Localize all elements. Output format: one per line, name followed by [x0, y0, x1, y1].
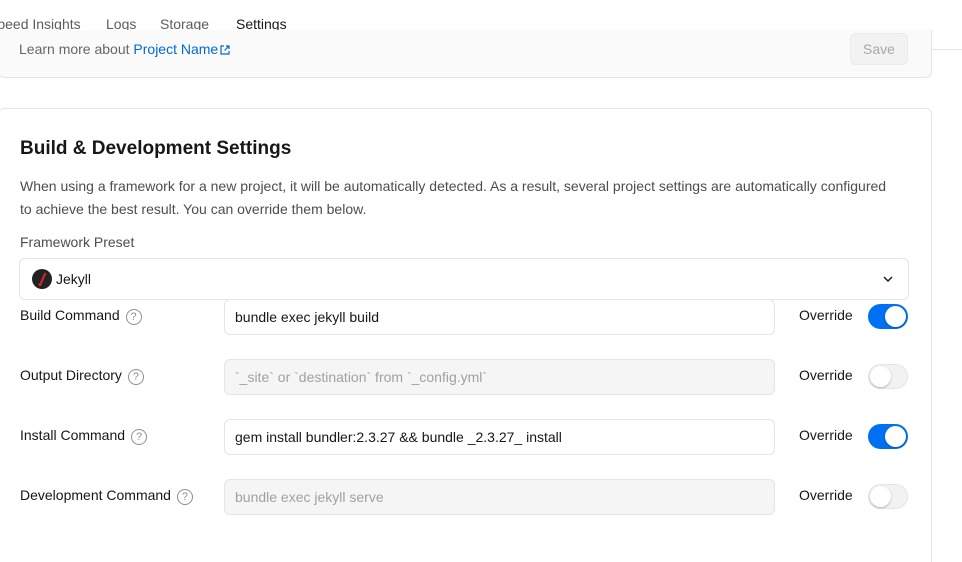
install-command-row: Install Command? Override: [0, 419, 933, 455]
output-directory-input[interactable]: [224, 359, 775, 395]
install-command-override-label: Override: [799, 427, 853, 443]
build-settings-title: Build & Development Settings: [20, 138, 292, 159]
development-command-input[interactable]: [224, 479, 775, 515]
output-directory-row: Output Directory? Override: [0, 359, 933, 395]
development-command-label: Development Command?: [20, 487, 193, 505]
output-directory-label: Output Directory?: [20, 367, 144, 385]
framework-preset-select[interactable]: Jekyll: [19, 258, 909, 300]
project-name-link[interactable]: Project Name: [133, 41, 218, 57]
learn-more-prefix: Learn more about: [19, 41, 134, 57]
toggle-knob: [885, 306, 906, 327]
build-command-override-toggle[interactable]: [868, 304, 908, 329]
toggle-knob: [870, 366, 891, 387]
output-directory-override-label: Override: [799, 367, 853, 383]
install-command-input[interactable]: [224, 419, 775, 455]
help-icon[interactable]: ?: [176, 489, 193, 505]
framework-preset-value: Jekyll: [56, 271, 92, 287]
development-command-row: Development Command? Override: [0, 479, 933, 515]
build-settings-card: Build & Development Settings When using …: [0, 108, 932, 562]
toggle-knob: [870, 486, 891, 507]
build-command-row: Build Command? Override: [0, 299, 933, 335]
help-icon[interactable]: ?: [125, 309, 142, 325]
output-directory-override-toggle[interactable]: [868, 364, 908, 389]
install-command-label-text: Install Command: [20, 427, 126, 443]
framework-preset-label: Framework Preset: [20, 234, 135, 250]
external-link-icon: [220, 45, 230, 55]
install-command-label: Install Command?: [20, 427, 148, 445]
chevron-down-icon: [883, 276, 893, 282]
build-command-input[interactable]: [224, 299, 775, 335]
build-settings-description: When using a framework for a new project…: [20, 178, 887, 217]
build-command-label: Build Command?: [20, 307, 142, 325]
toggle-knob: [885, 426, 906, 447]
help-icon[interactable]: ?: [131, 429, 148, 445]
install-command-override-toggle[interactable]: [868, 424, 908, 449]
project-name-card: Learn more about Project Name Save: [0, 30, 932, 78]
output-directory-label-text: Output Directory: [20, 367, 122, 383]
development-command-label-text: Development Command: [20, 487, 171, 503]
build-command-label-text: Build Command: [20, 307, 120, 323]
jekyll-logo-icon: [32, 269, 52, 289]
save-button[interactable]: Save: [850, 33, 908, 65]
development-command-override-toggle[interactable]: [868, 484, 908, 509]
build-command-override-label: Override: [799, 307, 853, 323]
development-command-override-label: Override: [799, 487, 853, 503]
learn-more-text: Learn more about Project Name: [19, 41, 230, 57]
help-icon[interactable]: ?: [127, 369, 144, 385]
